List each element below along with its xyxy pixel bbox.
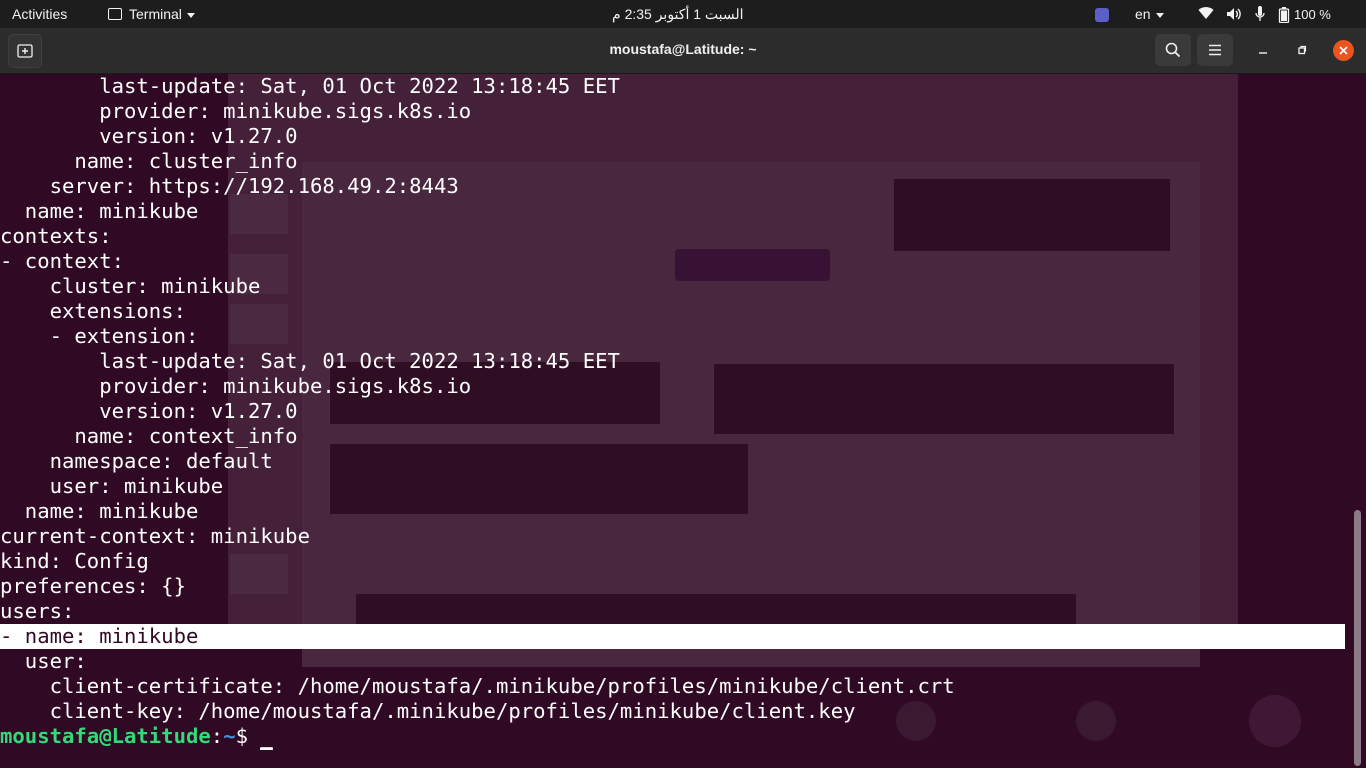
output-line: preferences: {}	[0, 574, 186, 598]
text-cursor: _	[260, 724, 273, 750]
output-line: client-key: /home/moustafa/.minikube/pro…	[0, 699, 856, 723]
terminal-output: last-update: Sat, 01 Oct 2022 13:18:45 E…	[0, 74, 1345, 750]
shell-prompt[interactable]: moustafa@Latitude:~$ _	[0, 724, 1345, 750]
output-line: contexts:	[0, 224, 112, 248]
hamburger-menu-icon	[1209, 44, 1221, 56]
wifi-icon[interactable]	[1198, 7, 1214, 21]
prompt-path: ~	[223, 724, 236, 748]
language-label: en	[1135, 6, 1151, 22]
app-menu[interactable]: Terminal	[108, 0, 195, 28]
close-icon	[1339, 46, 1348, 55]
minimize-button[interactable]	[1251, 39, 1275, 61]
output-line: current-context: minikube	[0, 524, 310, 548]
prompt-colon: :	[210, 724, 224, 748]
activities-button[interactable]: Activities	[12, 0, 67, 28]
output-line: cluster: minikube	[0, 274, 261, 298]
chevron-down-icon	[1155, 12, 1164, 18]
output-line: name: minikube	[0, 199, 199, 223]
teams-tray-icon[interactable]	[1095, 0, 1109, 28]
output-line: - extension:	[0, 324, 199, 348]
prompt-user-host: moustafa@Latitude	[0, 724, 211, 748]
close-button[interactable]	[1333, 40, 1354, 61]
output-line: version: v1.27.0	[0, 124, 298, 148]
system-top-bar: Activities Terminal السبت 1 أكتوبر 2:35 …	[0, 0, 1366, 28]
output-line: kind: Config	[0, 549, 149, 573]
output-line: extensions:	[0, 299, 186, 323]
minimize-icon	[1259, 52, 1267, 54]
output-line: - context:	[0, 249, 124, 273]
clock[interactable]: السبت 1 أكتوبر 2:35 م	[612, 0, 744, 28]
output-line: provider: minikube.sigs.k8s.io	[0, 374, 472, 398]
battery-percent: 100 %	[1294, 7, 1331, 22]
search-icon	[1165, 42, 1181, 58]
output-line: provider: minikube.sigs.k8s.io	[0, 99, 472, 123]
menu-button[interactable]	[1197, 34, 1233, 66]
chevron-down-icon	[186, 12, 195, 18]
output-line: users:	[0, 599, 75, 623]
output-line: namespace: default	[0, 449, 273, 473]
battery-indicator[interactable]: 100 %	[1278, 0, 1331, 28]
volume-icon[interactable]	[1226, 7, 1242, 21]
terminal-icon	[108, 8, 122, 21]
battery-icon	[1278, 7, 1290, 24]
output-line: client-certificate: /home/moustafa/.mini…	[0, 674, 955, 698]
output-line: user:	[0, 649, 87, 673]
language-indicator[interactable]: en	[1135, 0, 1164, 28]
output-line: version: v1.27.0	[0, 399, 298, 423]
maximize-button[interactable]	[1290, 39, 1314, 61]
selected-output-line: - name: minikube	[0, 624, 1345, 649]
app-menu-label: Terminal	[129, 6, 182, 22]
output-line: name: cluster_info	[0, 149, 298, 173]
terminal-scrollbar[interactable]	[1354, 510, 1361, 766]
output-line: name: minikube	[0, 499, 199, 523]
restore-icon	[1298, 45, 1307, 55]
terminal-header-bar: moustafa@Latitude: ~	[0, 28, 1366, 74]
search-button[interactable]	[1155, 34, 1191, 66]
output-line: name: context_info	[0, 424, 298, 448]
output-line: user: minikube	[0, 474, 224, 498]
output-line: last-update: Sat, 01 Oct 2022 13:18:45 E…	[0, 349, 620, 373]
terminal-view[interactable]: last-update: Sat, 01 Oct 2022 13:18:45 E…	[0, 74, 1366, 768]
microphone-icon[interactable]	[1255, 6, 1265, 22]
output-line: last-update: Sat, 01 Oct 2022 13:18:45 E…	[0, 74, 620, 98]
output-line: server: https://192.168.49.2:8443	[0, 174, 459, 198]
prompt-symbol: $	[235, 724, 261, 748]
